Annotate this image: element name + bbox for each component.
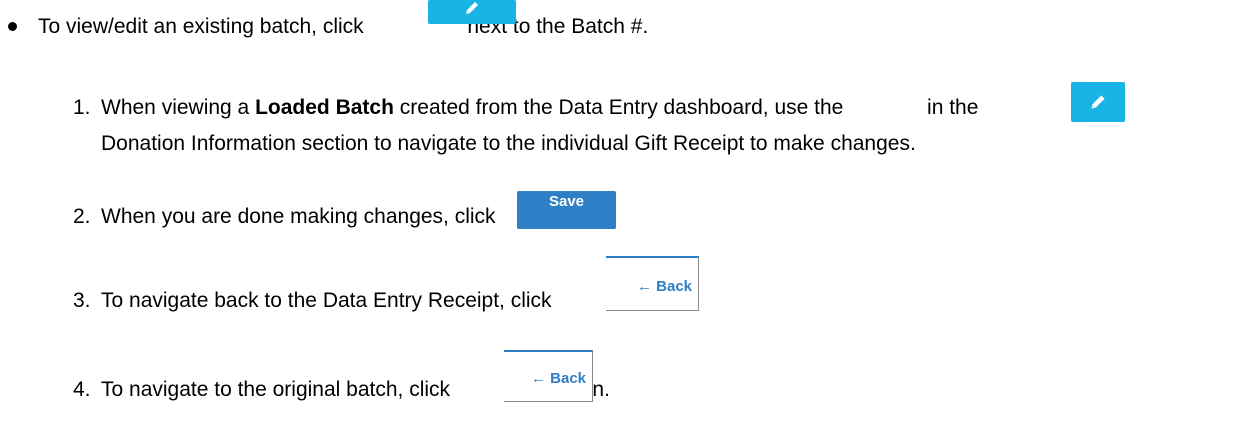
step-3-line: 3. To navigate back to the Data Entry Rec… <box>73 288 658 314</box>
step-1-line-2: Donation Information section to navigate… <box>101 131 916 157</box>
bullet-text: To view/edit an existing batch, click ne… <box>38 14 648 40</box>
back-button-label: Back <box>656 278 692 295</box>
back-arrow-icon: ← <box>530 370 546 387</box>
edit-button-donation[interactable] <box>1071 82 1125 122</box>
step-1-line-1: 1. When viewing a Loaded Batch created fr… <box>73 95 978 121</box>
save-button-label: Save <box>548 193 585 210</box>
step-1-bold: Loaded Batch <box>255 96 394 119</box>
back-button-batch[interactable]: ← Back <box>504 350 593 402</box>
back-button-receipt[interactable]: ← Back <box>606 256 699 311</box>
step-1-text-middle: created from the Data Entry dashboard, u… <box>393 96 850 119</box>
step-1-number: 1. <box>73 96 91 119</box>
bullet-text-before: To view/edit an existing batch, click <box>38 15 370 38</box>
step-3-text-before: To navigate back to the Data Entry Recei… <box>101 289 558 312</box>
step-1-text-after: in the <box>921 96 979 119</box>
step-2-number: 2. <box>73 205 91 228</box>
back-button-label: Back <box>550 370 586 387</box>
step-3-number: 3. <box>73 289 91 312</box>
step-1-text-line-2: Donation Information section to navigate… <box>101 132 916 155</box>
edit-button-inline[interactable] <box>428 0 516 24</box>
pencil-icon <box>466 2 478 14</box>
save-button[interactable]: Save <box>517 191 616 229</box>
back-arrow-icon: ← <box>636 278 652 295</box>
step-4-text-before: To navigate to the original batch, click <box>101 378 456 401</box>
step-2-text-before: When you are done making changes, click <box>101 205 502 228</box>
pencil-icon <box>1091 95 1105 109</box>
bullet-marker <box>8 22 17 31</box>
step-1-text-before: When viewing a <box>101 96 256 119</box>
step-4-number: 4. <box>73 378 91 401</box>
